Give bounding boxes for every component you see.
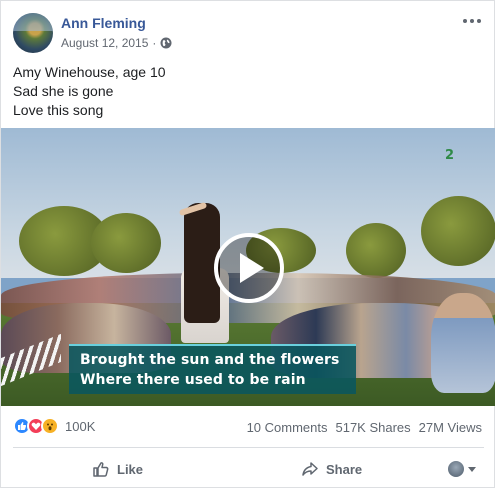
thumbs-up-icon [93, 462, 109, 477]
post-meta: August 12, 2015 · [61, 36, 172, 50]
subtitle-line: Brought the sun and the flowers [80, 352, 340, 368]
shares-count[interactable]: 517K Shares [335, 420, 410, 435]
like-label: Like [117, 461, 144, 477]
reaction-count: 100K [65, 418, 96, 434]
play-button[interactable] [214, 233, 284, 303]
channel-number: 2 [444, 148, 454, 163]
video-tree [421, 196, 495, 266]
post-text-line: Amy Winehouse, age 10 [13, 64, 166, 80]
author-name[interactable]: Ann Fleming [61, 15, 146, 31]
author-avatar[interactable] [13, 13, 53, 53]
more-options-icon[interactable] [462, 13, 482, 29]
meta-separator: · [152, 36, 157, 50]
wow-icon [41, 417, 59, 435]
viewer-avatar[interactable] [448, 461, 464, 477]
share-arrow-icon [302, 462, 318, 476]
video-player[interactable]: 2 Brought the sun and the flowers Where … [1, 128, 495, 406]
post-text-line: Sad she is gone [13, 83, 114, 99]
share-label: Share [326, 461, 363, 477]
divider [13, 447, 484, 448]
chevron-down-icon[interactable] [468, 467, 476, 472]
comments-count[interactable]: 10 Comments [247, 420, 328, 435]
post-card: Ann Fleming August 12, 2015 · Amy Wineho… [0, 0, 495, 488]
views-count: 27M Views [418, 420, 482, 435]
engagement-stats: 10 Comments 517K Shares 27M Views [247, 420, 482, 435]
post-text: Amy Winehouse, age 10 Sad she is gone Lo… [13, 63, 166, 120]
globe-icon [160, 37, 172, 49]
play-icon [240, 253, 264, 283]
reactions-summary[interactable]: 100K [13, 417, 95, 435]
like-button[interactable]: Like [92, 457, 143, 481]
share-button[interactable]: Share [301, 457, 362, 481]
post-date[interactable]: August 12, 2015 [61, 36, 148, 50]
subtitle-line: Where there used to be rain [80, 372, 306, 388]
post-text-line: Love this song [13, 102, 104, 118]
